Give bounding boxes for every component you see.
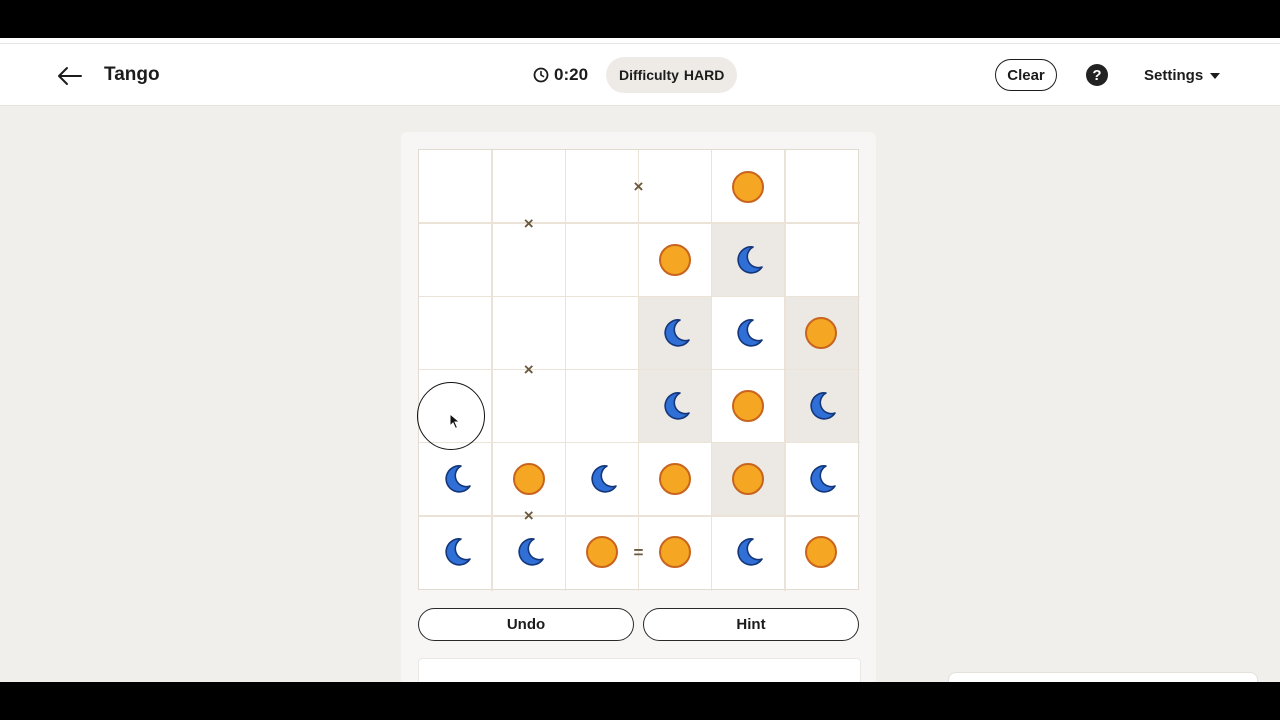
caret-down-icon — [1210, 72, 1221, 79]
board-cell[interactable] — [638, 296, 712, 370]
sun-icon — [659, 463, 692, 496]
board-cell[interactable] — [492, 516, 565, 589]
bottom-letterbox — [0, 682, 1280, 720]
sun-icon — [732, 463, 765, 496]
timer-value: 0:20 — [554, 65, 589, 84]
grid-line — [784, 150, 786, 591]
moon-icon — [444, 538, 471, 567]
undo-button[interactable]: Undo — [418, 608, 634, 641]
grid-line — [419, 222, 860, 224]
moon-icon — [664, 392, 690, 420]
back-button[interactable] — [54, 62, 84, 90]
sun-icon — [732, 390, 765, 423]
opposite-sign: × — [523, 506, 534, 526]
difficulty-value: HARD — [683, 67, 725, 83]
board-cell[interactable] — [565, 150, 638, 223]
grid-line — [419, 441, 860, 444]
game-board: × × × × = — [418, 149, 860, 591]
grid-line — [419, 295, 860, 298]
board-cell[interactable] — [784, 369, 858, 443]
settings-menu[interactable]: Settings — [1144, 67, 1221, 84]
moon-icon — [444, 465, 471, 493]
grid-line — [419, 368, 860, 371]
sun-icon — [585, 536, 618, 569]
board-cell[interactable] — [492, 443, 565, 516]
moon-icon — [737, 538, 764, 567]
board-cell[interactable] — [419, 150, 492, 223]
board-cell[interactable] — [639, 223, 712, 296]
sun-icon — [732, 170, 765, 203]
sun-icon — [659, 536, 692, 569]
board-cell[interactable] — [639, 443, 712, 516]
board-cell[interactable] — [565, 296, 638, 369]
sun-icon — [512, 463, 545, 496]
opposite-sign: × — [523, 360, 534, 379]
opposite-sign: × — [633, 177, 644, 197]
grid-line — [491, 150, 493, 591]
board-cell[interactable] — [711, 223, 785, 297]
board-cell[interactable] — [419, 443, 492, 516]
clear-button[interactable]: Clear — [995, 59, 1057, 91]
board-cell[interactable] — [492, 370, 565, 443]
moon-icon — [518, 538, 544, 567]
grid-line — [710, 150, 713, 591]
board-cell[interactable] — [712, 296, 785, 369]
board-cell[interactable] — [711, 442, 785, 516]
board-cell[interactable] — [565, 516, 638, 589]
clock-icon — [533, 67, 549, 83]
board-cell[interactable] — [492, 223, 565, 296]
board-cell[interactable] — [785, 516, 858, 589]
moon-icon — [591, 465, 617, 493]
board-cell[interactable] — [712, 150, 785, 223]
grid-line — [637, 150, 640, 591]
moon-icon — [810, 392, 837, 420]
sun-icon — [805, 536, 838, 569]
board-cell[interactable] — [785, 150, 858, 223]
top-letterbox — [0, 0, 1280, 38]
moon-icon — [664, 319, 690, 347]
timer: 0:20 — [533, 65, 588, 85]
grid-line — [419, 515, 860, 517]
sun-icon — [805, 316, 838, 349]
side-panel — [948, 672, 1258, 682]
page-title: Tango — [104, 64, 160, 85]
board-cell[interactable] — [565, 223, 638, 296]
equal-sign: = — [633, 542, 644, 562]
board-cell[interactable] — [419, 296, 492, 369]
board-cell[interactable] — [419, 516, 492, 589]
difficulty-badge: Difficulty HARD — [606, 57, 738, 93]
board-cell[interactable] — [638, 369, 712, 443]
settings-label: Settings — [1144, 67, 1204, 84]
board-cell[interactable] — [712, 370, 785, 443]
board-cell[interactable] — [785, 443, 858, 516]
board-cell[interactable] — [712, 516, 785, 589]
moon-icon — [810, 465, 837, 493]
board-cell[interactable] — [639, 516, 712, 589]
board-cell[interactable] — [492, 296, 565, 369]
moon-icon — [737, 245, 764, 274]
info-panel — [418, 658, 861, 682]
back-arrow-icon — [58, 67, 82, 85]
moon-icon — [737, 319, 764, 347]
board-cell[interactable] — [419, 370, 492, 443]
sun-icon — [659, 243, 692, 276]
board-cell[interactable] — [639, 150, 712, 223]
game-header: Tango 0:20 Difficulty HARD Clear ? Setti… — [0, 38, 1280, 106]
page: Tango 0:20 Difficulty HARD Clear ? Setti… — [0, 38, 1280, 682]
board-cell[interactable] — [565, 443, 638, 516]
header-divider — [0, 38, 1280, 44]
help-icon[interactable]: ? — [1086, 64, 1108, 86]
board-cell[interactable] — [784, 296, 858, 370]
opposite-sign: × — [523, 213, 534, 233]
board-cell[interactable] — [785, 223, 858, 296]
board-cell[interactable] — [565, 370, 638, 443]
grid-line — [564, 150, 567, 591]
hint-button[interactable]: Hint — [643, 608, 859, 641]
difficulty-label: Difficulty — [619, 67, 679, 83]
board-cell[interactable] — [419, 223, 492, 296]
